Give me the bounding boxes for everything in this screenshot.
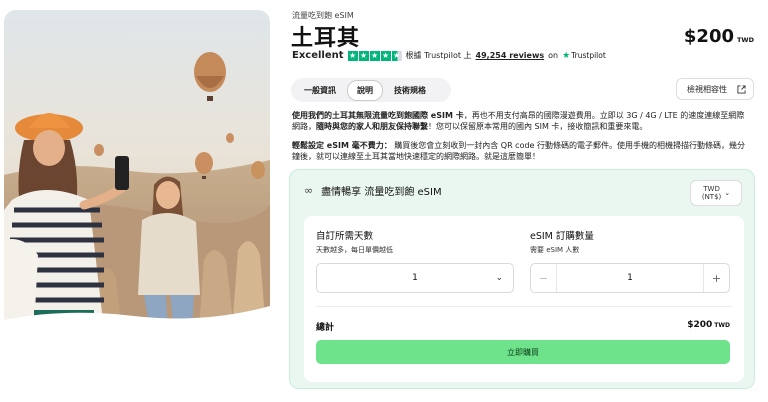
card-header: ∞ 盡情暢享 流量吃到飽 eSIM bbox=[304, 183, 442, 198]
reviews-link[interactable]: 49,254 reviews bbox=[476, 51, 545, 60]
tab-description[interactable]: 說明 bbox=[347, 79, 383, 101]
total-currency: TWD bbox=[714, 322, 730, 329]
trustpilot-brand: Trustpilot bbox=[571, 51, 606, 60]
star-icon: ★ bbox=[369, 50, 380, 61]
days-value: 1 bbox=[412, 273, 418, 283]
desc-bold: 隨時與您的家人和朋友保持聯繫 bbox=[316, 122, 428, 131]
quantity-stepper: − 1 + bbox=[530, 263, 730, 293]
desc-text: ！您可以保留原本常用的國內 SIM 卡，接收簡訊和重要來電。 bbox=[428, 122, 648, 131]
star-half-icon: ★ bbox=[391, 50, 402, 61]
currency-select[interactable]: TWD (NT$) ⌄ bbox=[690, 180, 742, 206]
currency-select-label: TWD (NT$) bbox=[702, 185, 721, 201]
product-price: $200 TWD bbox=[684, 26, 754, 47]
chevron-down-icon: ⌄ bbox=[724, 189, 731, 197]
days-label: 自訂所需天數 bbox=[316, 231, 374, 242]
trustpilot-rating[interactable]: Excellent ★ ★ ★ ★ ★ 根據 Trustpilot 上 49,2… bbox=[292, 50, 606, 61]
star-icon: ★ bbox=[358, 50, 369, 61]
star-icon: ★ bbox=[347, 50, 358, 61]
price-currency: TWD bbox=[737, 36, 754, 44]
chevron-down-icon: ⌄ bbox=[495, 273, 503, 283]
divider bbox=[316, 306, 732, 307]
card-title: 盡情暢享 流量吃到飽 eSIM bbox=[321, 187, 442, 198]
description-paragraph-1: 使用我們的土耳其無限流量吃到飽國際 eSIM 卡，再也不用支付高昂的國際漫遊費用… bbox=[292, 110, 752, 132]
compat-label: 檢視相容性 bbox=[687, 84, 727, 94]
trustpilot-logo: ★ Trustpilot bbox=[562, 51, 606, 61]
rating-based-on: 根據 Trustpilot 上 bbox=[405, 51, 472, 60]
tab-general-info[interactable]: 一般資訊 bbox=[295, 81, 345, 100]
product-description: 使用我們的土耳其無限流量吃到飽國際 eSIM 卡，再也不用支付高昂的國際漫遊費用… bbox=[292, 110, 752, 170]
currency-symbol: (NT$) bbox=[701, 193, 722, 201]
desc-bold: 使用我們的土耳其無限流量吃到飽國際 eSIM 卡 bbox=[292, 111, 464, 120]
days-select[interactable]: 1 ⌄ bbox=[316, 263, 514, 293]
rating-label: Excellent bbox=[292, 50, 344, 61]
order-form: 自訂所需天數 天數越多，每日單價越低 1 ⌄ eSIM 訂購數量 需要 eSIM… bbox=[304, 216, 744, 382]
quantity-label: eSIM 訂購數量 bbox=[530, 231, 594, 242]
star-icon: ★ bbox=[380, 50, 391, 61]
page-title: 土耳其 bbox=[291, 26, 361, 51]
rating-on: on bbox=[548, 51, 559, 60]
purchase-card: ∞ 盡情暢享 流量吃到飽 eSIM TWD (NT$) ⌄ 自訂所需天數 天數越… bbox=[289, 169, 755, 389]
rating-stars: ★ ★ ★ ★ ★ bbox=[347, 50, 402, 61]
minus-icon[interactable]: − bbox=[531, 264, 557, 292]
infinity-icon: ∞ bbox=[304, 184, 314, 197]
total-price: $200 TWD bbox=[687, 320, 730, 330]
tab-tech-specs[interactable]: 技術規格 bbox=[385, 81, 435, 100]
quantity-value[interactable]: 1 bbox=[627, 273, 633, 283]
plus-icon[interactable]: + bbox=[702, 264, 729, 292]
external-link-icon bbox=[737, 84, 746, 94]
total-amount: $200 bbox=[687, 320, 713, 330]
quantity-sublabel: 需要 eSIM 人數 bbox=[530, 246, 580, 254]
trustpilot-star-icon: ★ bbox=[562, 50, 571, 61]
info-tabs: 一般資訊 說明 技術規格 bbox=[291, 78, 451, 102]
buy-now-button[interactable]: 立即購買 bbox=[316, 340, 730, 364]
total-label: 總計 bbox=[316, 323, 335, 333]
desc-bold: 輕鬆設定 eSIM 毫不費力： bbox=[292, 141, 392, 150]
description-paragraph-2: 輕鬆設定 eSIM 毫不費力： 購買後您會立刻收到一封內含 QR code 行動… bbox=[292, 140, 752, 162]
currency-code: TWD bbox=[703, 185, 720, 193]
hero-image bbox=[4, 10, 270, 330]
price-amount: $200 bbox=[683, 26, 734, 47]
check-compatibility-button[interactable]: 檢視相容性 bbox=[676, 78, 754, 100]
days-sublabel: 天數越多，每日單價越低 bbox=[316, 246, 393, 254]
